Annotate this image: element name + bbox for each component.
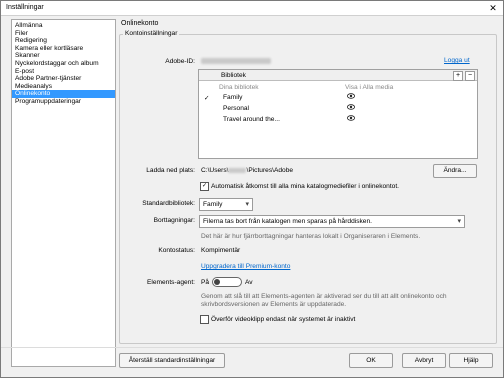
- remove-library-button[interactable]: −: [465, 71, 475, 81]
- elements-agent-on-label: På: [201, 279, 210, 286]
- logout-link[interactable]: Logga ut: [444, 57, 470, 64]
- auto-sync-label: Automatisk åtkomst till alla mina katalo…: [211, 183, 400, 190]
- group-title: Kontoinställningar: [123, 30, 180, 37]
- sidebar-item[interactable]: Adobe Partner-tjänster: [12, 75, 115, 83]
- download-location-label: Ladda ned plats:: [146, 167, 195, 174]
- sidebar-item[interactable]: Redigering: [12, 37, 115, 45]
- default-library-select[interactable]: Family ▾: [199, 198, 253, 211]
- sidebar-item[interactable]: Kamera eller kortläsare: [12, 45, 115, 53]
- auto-sync-checkbox[interactable]: ✓: [200, 182, 209, 191]
- sidebar-item[interactable]: Onlinekonto: [12, 90, 115, 98]
- account-status-label: Kontostatus:: [158, 247, 195, 254]
- default-library-value: Family: [203, 201, 223, 208]
- sidebar-item[interactable]: Programuppdateringar: [12, 98, 115, 106]
- deletions-label: Borttagningar:: [153, 217, 195, 224]
- libraries-header: Bibliotek + −: [199, 70, 477, 81]
- default-library-label: Standardbibliotek:: [142, 200, 195, 207]
- sidebar-item[interactable]: Allmänna: [12, 22, 115, 30]
- elements-agent-label: Elements-agent:: [146, 279, 195, 286]
- libraries-list: Bibliotek + − Dina bibliotek Visa i Alla…: [198, 69, 478, 159]
- close-icon[interactable]: ✕: [483, 1, 503, 15]
- eye-icon[interactable]: [347, 104, 355, 112]
- elements-agent-toggle[interactable]: [212, 277, 242, 287]
- sidebar-item[interactable]: Nyckelordstaggar och album: [12, 60, 115, 68]
- elements-agent-help-2: skrivbordsversionen av Elements är uppda…: [201, 301, 347, 308]
- preferences-window: Inställningar ✕ Allmänna Filer Redigering K…: [0, 0, 504, 378]
- window-title: Inställningar: [6, 4, 44, 11]
- download-path-prefix: C:\Users\: [201, 167, 229, 174]
- elements-agent-help-1: Genom att slå till att Elements-agenten …: [201, 293, 447, 300]
- footer-divider: [1, 347, 503, 348]
- library-name[interactable]: Personal: [223, 105, 249, 112]
- chevron-down-icon: ▾: [457, 218, 461, 225]
- video-transfer-label: Överför videoklipp endast när systemet ä…: [211, 316, 356, 323]
- download-path-suffix: \Pictures\Adobe: [246, 167, 294, 174]
- library-active-check[interactable]: ✓: [204, 94, 210, 102]
- ok-button[interactable]: OK: [349, 353, 393, 368]
- chevron-down-icon: ▾: [245, 201, 249, 208]
- add-library-button[interactable]: +: [453, 71, 463, 81]
- toggle-knob: [214, 279, 220, 285]
- sidebar: Allmänna Filer Redigering Kamera eller kort…: [11, 19, 116, 367]
- username-redacted: [228, 167, 247, 173]
- eye-icon[interactable]: [347, 93, 355, 101]
- deletions-select[interactable]: Filerna tas bort från katalogen men spar…: [199, 215, 465, 228]
- account-status-value: Kompimentär: [201, 247, 241, 254]
- sidebar-item[interactable]: Skanner: [12, 52, 115, 60]
- column-show-in-all-media: Visa i Alla media: [345, 84, 394, 91]
- deletions-value: Filerna tas bort från katalogen men spar…: [203, 218, 372, 225]
- sidebar-item[interactable]: Filer: [12, 30, 115, 38]
- upgrade-premium-link[interactable]: Uppgradera till Premium-konto: [201, 263, 290, 270]
- cancel-button[interactable]: Avbryt: [402, 353, 446, 368]
- video-transfer-checkbox[interactable]: [200, 315, 209, 324]
- reset-defaults-button[interactable]: Återställ standardinställningar: [119, 353, 225, 368]
- library-name[interactable]: Family: [223, 94, 242, 101]
- download-path: C:\Users\ \Pictures\Adobe: [201, 167, 293, 174]
- eye-icon[interactable]: [347, 115, 355, 123]
- elements-agent-off-label: Av: [245, 279, 253, 286]
- adobe-id-label: Adobe-ID:: [165, 58, 195, 65]
- title-bar: Inställningar ✕: [1, 1, 503, 16]
- help-button[interactable]: Hjälp: [449, 353, 493, 368]
- section-title: Onlinekonto: [121, 20, 159, 27]
- sidebar-item[interactable]: Medieanalys: [12, 83, 115, 91]
- adobe-id-value-redacted: [201, 58, 271, 64]
- deletions-help: Det här är hur fjärrborttagningar hanter…: [201, 233, 421, 240]
- libraries-header-label: Bibliotek: [221, 71, 246, 79]
- sidebar-item[interactable]: E-post: [12, 68, 115, 76]
- change-location-button[interactable]: Ändra...: [433, 164, 477, 178]
- column-libraries: Dina bibliotek: [219, 84, 259, 91]
- library-name[interactable]: Travel around the...: [223, 116, 280, 123]
